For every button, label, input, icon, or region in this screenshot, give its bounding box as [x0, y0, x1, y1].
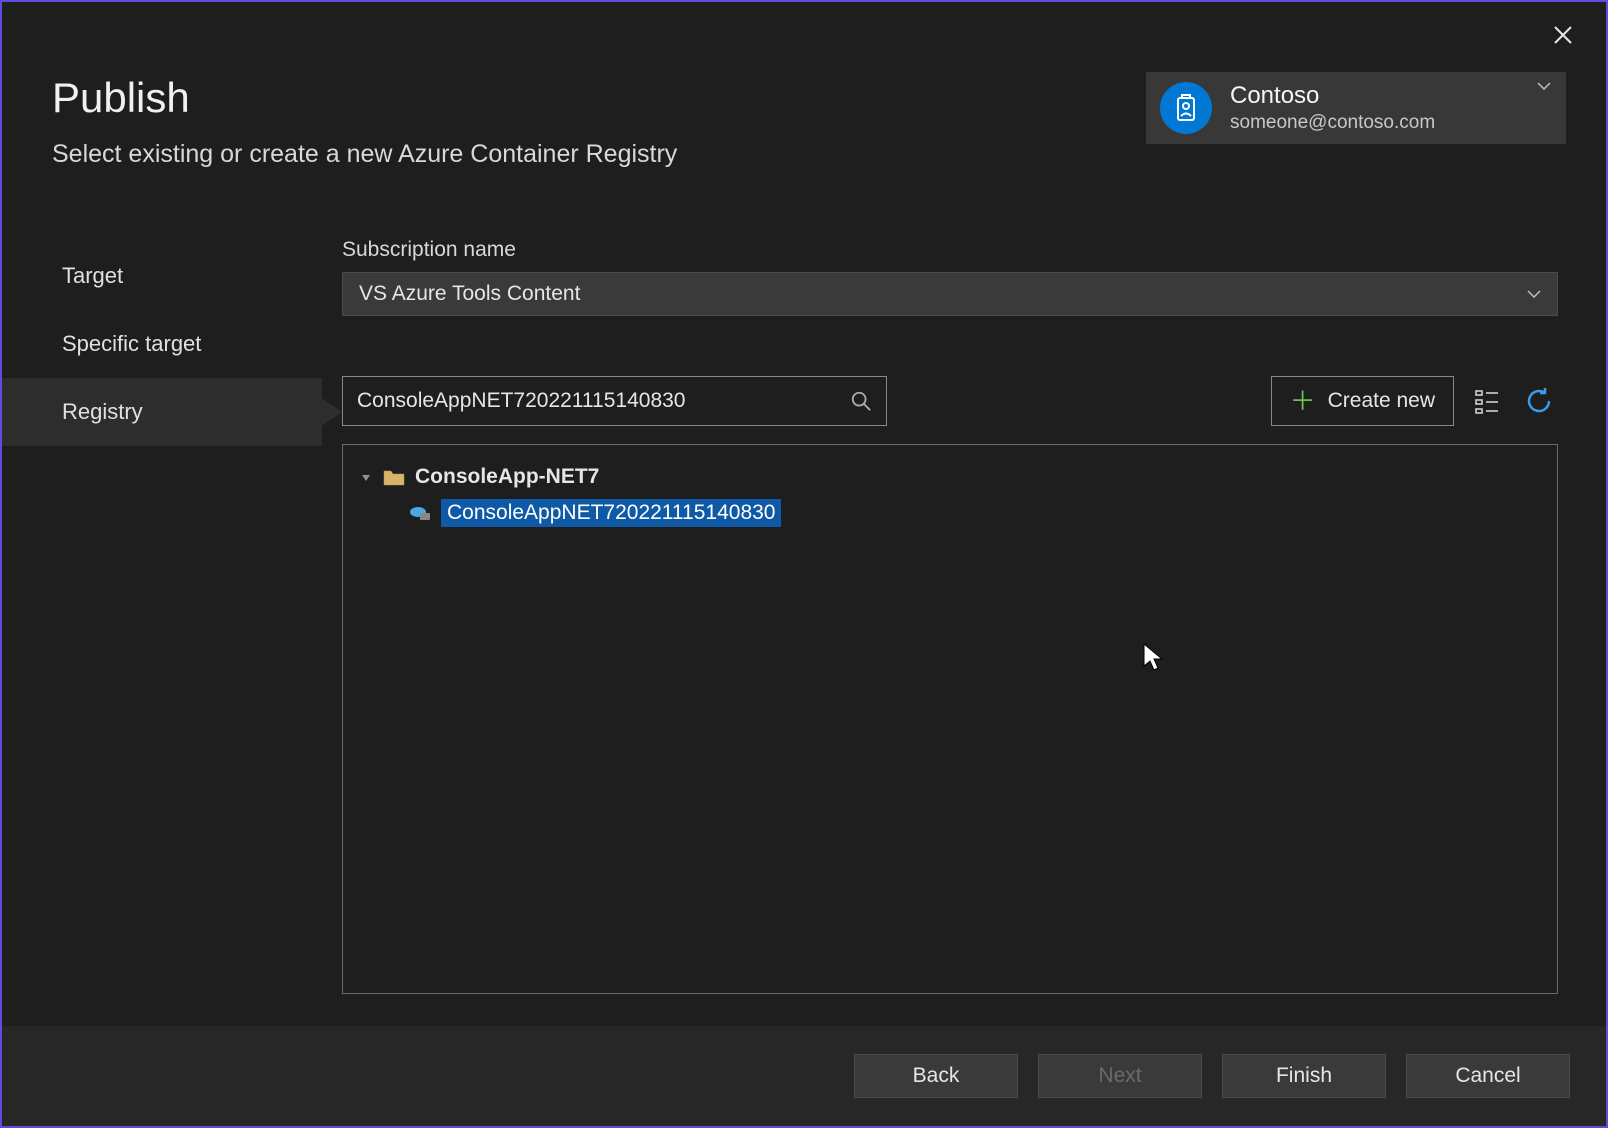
create-new-button[interactable]: ＋ Create new	[1271, 376, 1454, 426]
back-button[interactable]: Back	[854, 1054, 1018, 1098]
chevron-down-icon	[1536, 82, 1552, 90]
dialog-body: Target Specific target Registry Subscrip…	[2, 230, 1606, 1026]
chevron-expanded-icon	[361, 472, 371, 482]
main-panel: Subscription name VS Azure Tools Content…	[322, 230, 1606, 1026]
sidebar-item-label: Target	[62, 263, 123, 289]
registry-tree: ConsoleApp-NET7 ConsoleAppNET72022111514…	[342, 444, 1558, 994]
close-icon	[1553, 25, 1573, 45]
tree-view-icon	[1474, 388, 1500, 414]
cancel-button[interactable]: Cancel	[1406, 1054, 1570, 1098]
refresh-button[interactable]	[1520, 382, 1558, 420]
subscription-label: Subscription name	[342, 238, 1558, 262]
account-badge-icon	[1160, 82, 1212, 134]
sidebar-item-target[interactable]: Target	[2, 242, 322, 310]
finish-button[interactable]: Finish	[1222, 1054, 1386, 1098]
chevron-down-icon	[1527, 290, 1541, 298]
search-input[interactable]	[357, 377, 850, 425]
next-button: Next	[1038, 1054, 1202, 1098]
wizard-sidebar: Target Specific target Registry	[2, 230, 322, 1026]
account-name: Contoso	[1230, 82, 1536, 110]
search-icon	[850, 390, 872, 412]
sidebar-item-registry[interactable]: Registry	[2, 378, 322, 446]
account-email: someone@contoso.com	[1230, 112, 1536, 134]
view-mode-button[interactable]	[1468, 382, 1506, 420]
subscription-dropdown[interactable]: VS Azure Tools Content	[342, 272, 1558, 316]
sidebar-item-label: Specific target	[62, 331, 201, 357]
registry-toolbar: ＋ Create new	[342, 376, 1558, 426]
dialog-footer: Back Next Finish Cancel	[2, 1026, 1606, 1126]
plus-icon: ＋	[1290, 388, 1316, 414]
account-picker[interactable]: Contoso someone@contoso.com	[1146, 72, 1566, 144]
sidebar-item-label: Registry	[62, 399, 143, 425]
tree-item-label: ConsoleAppNET720221115140830	[441, 499, 781, 527]
tree-expander[interactable]	[359, 470, 373, 484]
tree-item-row[interactable]: ConsoleAppNET720221115140830	[409, 495, 1547, 531]
refresh-icon	[1525, 387, 1553, 415]
close-button[interactable]	[1548, 20, 1578, 50]
container-registry-icon	[409, 504, 431, 522]
sidebar-item-specific-target[interactable]: Specific target	[2, 310, 322, 378]
tree-folder-label: ConsoleApp-NET7	[415, 465, 599, 489]
account-text: Contoso someone@contoso.com	[1230, 82, 1536, 134]
search-box[interactable]	[342, 376, 887, 426]
subscription-value: VS Azure Tools Content	[359, 282, 580, 306]
publish-dialog: Contoso someone@contoso.com Publish Sele…	[0, 0, 1608, 1128]
dialog-subtitle: Select existing or create a new Azure Co…	[52, 140, 1556, 169]
create-new-label: Create new	[1328, 389, 1435, 413]
folder-icon	[383, 468, 405, 486]
tree-folder-row[interactable]: ConsoleApp-NET7	[353, 459, 1547, 495]
